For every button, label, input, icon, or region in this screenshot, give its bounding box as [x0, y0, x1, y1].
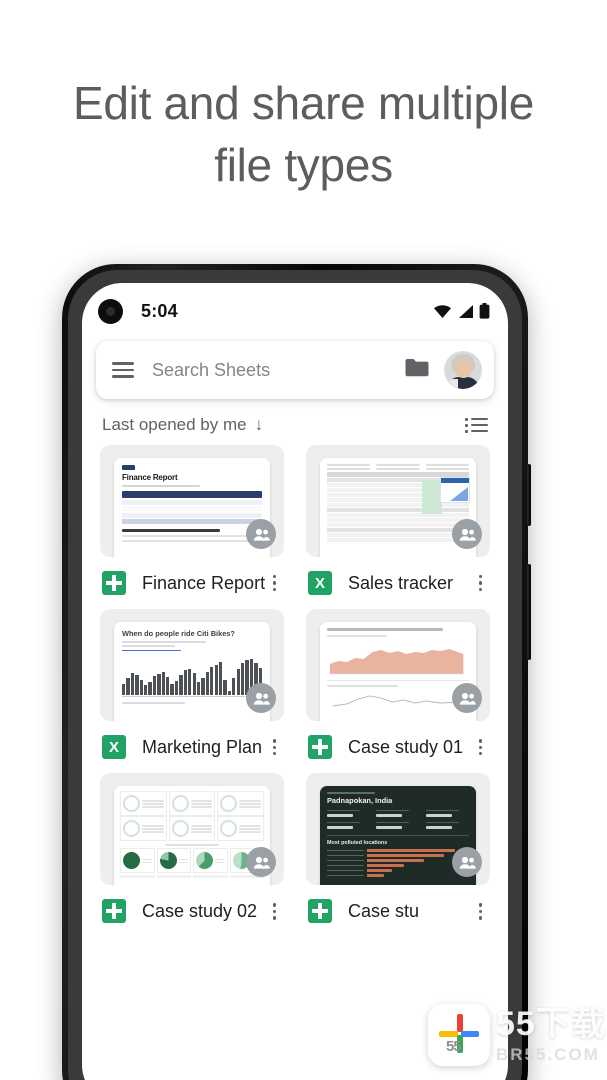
file-name[interactable]: Case study 01 [348, 737, 473, 758]
thumbnail-preview [320, 458, 476, 557]
shared-badge-icon [246, 683, 276, 714]
search-bar[interactable]: Search Sheets [96, 341, 494, 399]
watermark-app-icon: 55 [428, 1004, 490, 1066]
file-thumbnail[interactable] [100, 773, 284, 886]
phone-mockup: 5:04 Search Sheets Last opened by me ↓ F… [62, 264, 531, 1080]
headline-line-1: Edit and share multiple [72, 77, 535, 129]
more-options-icon[interactable] [473, 899, 488, 923]
folder-icon[interactable] [404, 357, 430, 383]
file-thumbnail[interactable] [306, 609, 490, 722]
google-sheets-icon [308, 899, 332, 924]
file-name[interactable]: Finance Report [142, 573, 267, 594]
status-time: 5:04 [141, 300, 178, 321]
shared-badge-icon [452, 847, 482, 878]
sort-by-label: Last opened by me [102, 415, 247, 434]
file-card[interactable]: X Sales tracker [306, 445, 490, 596]
google-sheets-icon [308, 735, 332, 760]
thumbnail-preview: Finance Report [114, 458, 270, 557]
file-name[interactable]: Sales tracker [348, 573, 473, 594]
excel-icon: X [308, 571, 332, 596]
search-input[interactable]: Search Sheets [152, 360, 404, 381]
search-bar-container: Search Sheets [82, 339, 508, 399]
excel-icon: X [102, 735, 126, 760]
thumbnail-area-chart [327, 640, 469, 676]
sort-by-button[interactable]: Last opened by me ↓ [102, 415, 263, 435]
file-row: Case stu [306, 885, 490, 924]
shared-badge-icon [246, 519, 276, 549]
file-thumbnail[interactable]: Padnapokan, India Most polluted location… [306, 773, 490, 886]
file-row: X Sales tracker [306, 557, 490, 596]
thumbnail-title: Finance Report [122, 473, 178, 482]
file-card[interactable]: Finance Report Finance Report [100, 445, 284, 596]
file-card[interactable]: Case study 02 [100, 773, 284, 924]
thumbnail-line-chart [327, 690, 469, 708]
shared-badge-icon [452, 519, 482, 549]
file-card[interactable]: Padnapokan, India Most polluted location… [306, 773, 490, 924]
wifi-icon [434, 304, 451, 318]
avatar[interactable] [444, 351, 482, 389]
headline-line-2: file types [214, 139, 393, 191]
shared-badge-icon [246, 847, 276, 878]
sort-row: Last opened by me ↓ [82, 399, 508, 445]
thumbnail-section-label: Most polluted locations [327, 839, 388, 846]
shared-badge-icon [452, 683, 482, 714]
sort-direction-arrow-icon: ↓ [254, 415, 264, 434]
power-button[interactable] [527, 464, 531, 526]
more-options-icon[interactable] [267, 571, 282, 595]
thumbnail-preview [320, 622, 476, 722]
file-name[interactable]: Marketing Plan [142, 737, 267, 758]
file-row: Case study 01 [306, 721, 490, 760]
watermark-text: 55下载 BR55.COM [496, 1007, 606, 1063]
phone-screen: 5:04 Search Sheets Last opened by me ↓ F… [82, 283, 508, 1080]
file-grid: Finance Report Finance Report X Sales tr… [82, 445, 508, 924]
status-bar: 5:04 [82, 283, 508, 339]
google-sheets-icon [102, 571, 126, 596]
file-row: Finance Report [100, 557, 284, 596]
more-options-icon[interactable] [267, 735, 282, 759]
thumbnail-preview: When do people ride Citi Bikes? [114, 622, 270, 722]
file-card[interactable]: Case study 01 [306, 609, 490, 760]
volume-button[interactable] [527, 564, 531, 660]
thumbnail-preview [114, 786, 270, 886]
hamburger-menu-icon[interactable] [112, 362, 134, 378]
file-name[interactable]: Case study 02 [142, 901, 267, 922]
file-thumbnail[interactable] [306, 445, 490, 557]
thumbnail-preview: Padnapokan, India Most polluted location… [320, 786, 476, 886]
page-title: Edit and share multiple file types [0, 72, 607, 196]
watermark-sub-text: BR55.COM [496, 1045, 600, 1064]
front-camera-punch-hole-icon [98, 298, 123, 324]
more-options-icon[interactable] [473, 571, 488, 595]
watermark-main-text: 55下载 [496, 1005, 606, 1043]
thumbnail-title: Padnapokan, India [327, 795, 393, 805]
file-row: X Marketing Plan [100, 721, 284, 760]
thumbnail-title: When do people ride Citi Bikes? [122, 629, 235, 639]
watermark: 55 55下载 BR55.COM [428, 1004, 606, 1066]
list-view-toggle-icon[interactable] [465, 417, 488, 433]
thumbnail-dark-dashboard: Padnapokan, India Most polluted location… [320, 786, 476, 886]
file-thumbnail[interactable]: When do people ride Citi Bikes? [100, 609, 284, 722]
more-options-icon[interactable] [473, 735, 488, 759]
file-card[interactable]: When do people ride Citi Bikes? X Market… [100, 609, 284, 760]
more-options-icon[interactable] [267, 899, 282, 923]
watermark-digits: 55 [446, 1038, 462, 1055]
file-thumbnail[interactable]: Finance Report [100, 445, 284, 557]
promo-screenshot: Edit and share multiple file types 5:04 [0, 0, 607, 1080]
google-sheets-icon [102, 899, 126, 924]
thumbnail-donut-grid [114, 786, 270, 883]
cellular-signal-icon [459, 304, 473, 318]
thumbnail-bar-chart [122, 657, 262, 696]
status-icons [433, 303, 490, 319]
file-name[interactable]: Case stu [348, 901, 473, 922]
file-row: Case study 02 [100, 885, 284, 924]
battery-full-icon [479, 303, 490, 319]
